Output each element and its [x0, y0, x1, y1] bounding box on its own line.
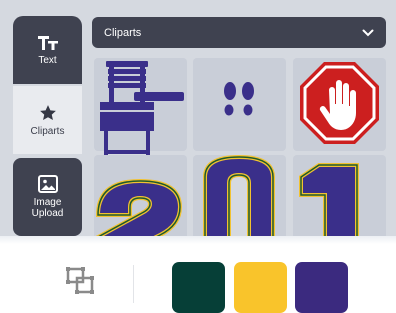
sidebar-item-label: Text: [38, 54, 57, 66]
clipart-item-footprints[interactable]: [193, 58, 286, 151]
sidebar-item-image-upload[interactable]: Image Upload: [13, 158, 82, 236]
text-tt-icon: [37, 35, 58, 50]
toolbar-divider: [133, 265, 134, 303]
school-desk-clipart: [100, 61, 184, 166]
clipart-editor: Text Cliparts Image Upload Cliparts: [0, 0, 396, 313]
footprints-clipart: [224, 82, 254, 116]
number-0-clipart: [203, 155, 275, 236]
sidebar-item-label: Image Upload: [31, 197, 64, 219]
sidebar-item-text[interactable]: Text: [13, 16, 82, 84]
clipart-item-number-0[interactable]: [193, 155, 286, 236]
number-1-clipart: [299, 163, 359, 236]
clipart-item-stop-sign[interactable]: [293, 58, 386, 151]
image-icon: [37, 175, 58, 193]
sidebar-item-cliparts[interactable]: Cliparts: [13, 86, 82, 154]
dropdown-value: Cliparts: [104, 26, 142, 39]
color-swatch-purple[interactable]: [295, 262, 348, 313]
number-2-clipart: [95, 178, 183, 236]
clipart-item-desk[interactable]: [94, 58, 187, 166]
chevron-down-icon: [362, 29, 374, 36]
clipart-grid: [94, 58, 386, 236]
sidebar-item-label: Cliparts: [30, 125, 65, 137]
star-icon: [39, 104, 56, 120]
sidebar: Text Cliparts Image Upload: [13, 0, 82, 236]
clipart-item-number-1[interactable]: [293, 155, 386, 236]
panel-shadow: [0, 236, 396, 244]
clipart-item-number-2[interactable]: [94, 155, 187, 236]
color-swatch-dark-green[interactable]: [172, 262, 225, 313]
color-swatch-yellow[interactable]: [234, 262, 287, 313]
stop-hand-sign-clipart: [300, 62, 379, 144]
bottom-toolbar: [0, 244, 396, 313]
clipart-category-dropdown[interactable]: Cliparts: [92, 17, 386, 48]
group-objects-icon[interactable]: [65, 266, 95, 296]
clipart-panel: Cliparts: [92, 17, 386, 236]
editor-panel: Text Cliparts Image Upload Cliparts: [0, 0, 396, 236]
